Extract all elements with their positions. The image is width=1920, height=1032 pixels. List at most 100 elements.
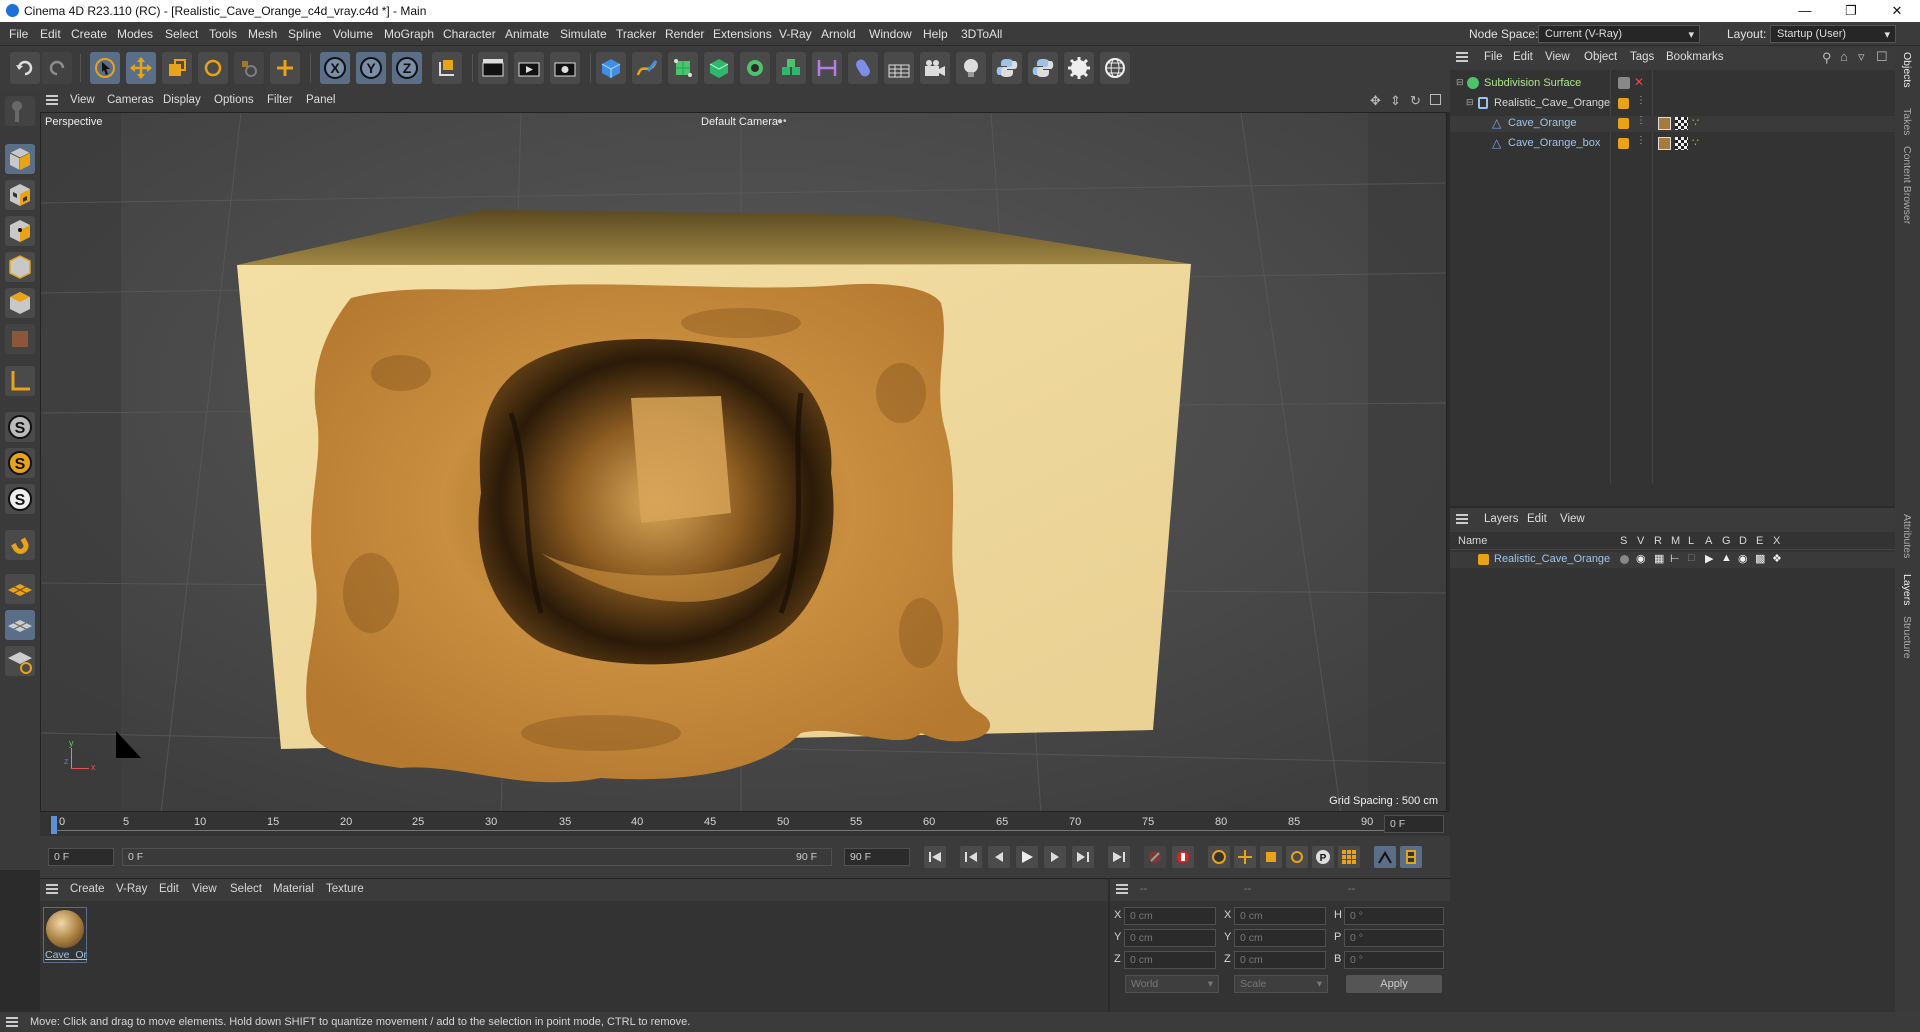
- layer-col-visible[interactable]: V: [1637, 535, 1644, 547]
- object-menu-file[interactable]: File: [1484, 51, 1503, 63]
- visibility-dots-icon[interactable]: ⋮: [1636, 115, 1646, 126]
- film-strip-button[interactable]: [1400, 846, 1422, 868]
- start-frame-field[interactable]: 0 F: [48, 848, 114, 866]
- object-menu-view[interactable]: View: [1545, 51, 1570, 63]
- animation-play-icon[interactable]: ▶: [1705, 552, 1713, 565]
- material-menu-texture[interactable]: Texture: [326, 883, 364, 895]
- layer-menu-edit[interactable]: Edit: [1527, 513, 1547, 525]
- python-script-button[interactable]: [992, 52, 1022, 84]
- material-menu-vray[interactable]: V-Ray: [116, 883, 147, 895]
- object-row[interactable]: △ Cave_Orange_box ⋮ ∵: [1450, 135, 1895, 152]
- menu-modes[interactable]: Modes: [117, 27, 153, 41]
- locked-workplane-button[interactable]: [5, 610, 35, 640]
- hamburger-menu-icon[interactable]: [1456, 52, 1468, 62]
- viewport-maximize-icon[interactable]: [1430, 94, 1441, 105]
- spline-pen-button[interactable]: [632, 52, 662, 84]
- expand-collapse-icon[interactable]: ⊟: [1466, 97, 1474, 108]
- object-menu-object[interactable]: Object: [1584, 51, 1617, 63]
- live-selection-button[interactable]: [90, 52, 120, 84]
- x-axis-lock-button[interactable]: X: [320, 52, 350, 84]
- generator-icon[interactable]: ▲: [1721, 552, 1732, 564]
- python-console-button[interactable]: [1028, 52, 1058, 84]
- material-menu-material[interactable]: Material: [273, 883, 314, 895]
- previous-frame-button[interactable]: [988, 846, 1010, 868]
- hamburger-menu-icon[interactable]: [1116, 884, 1128, 894]
- solo-dot-icon[interactable]: [1620, 555, 1629, 564]
- edit-toggle-icon[interactable]: [1618, 77, 1630, 89]
- y-axis-lock-button[interactable]: Y: [356, 52, 386, 84]
- object-row[interactable]: ⊟ Subdivision Surface ✕: [1450, 75, 1895, 92]
- coordinate-system-dropdown[interactable]: World ▾: [1125, 975, 1219, 993]
- uvw-tag-icon[interactable]: [1675, 137, 1688, 150]
- phong-tag-icon[interactable]: ∵: [1692, 136, 1699, 149]
- tab-attributes[interactable]: Attributes: [1901, 514, 1913, 558]
- record-active-button[interactable]: [1144, 846, 1166, 868]
- hamburger-menu-icon[interactable]: [6, 1017, 18, 1027]
- end-frame-field[interactable]: 90 F: [844, 848, 910, 866]
- hamburger-menu-icon[interactable]: [46, 884, 58, 894]
- rot-p-field[interactable]: 0 °: [1344, 929, 1444, 947]
- menu-create[interactable]: Create: [71, 27, 107, 41]
- rotate-tool-button[interactable]: [198, 52, 228, 84]
- model-mode-button[interactable]: [5, 144, 35, 174]
- uv-mode-button[interactable]: [5, 324, 35, 354]
- axis-mode-button[interactable]: [5, 366, 35, 396]
- layer-col-manager[interactable]: M: [1671, 535, 1680, 547]
- solo-mode-button[interactable]: S: [5, 412, 35, 442]
- make-editable-button[interactable]: [5, 96, 35, 126]
- material-tag-icon[interactable]: [1658, 137, 1671, 150]
- disabled-x-icon[interactable]: ✕: [1634, 75, 1644, 89]
- viewport-dolly-icon[interactable]: ⇕: [1390, 93, 1401, 109]
- last-tool-button[interactable]: [234, 52, 264, 84]
- layer-col-xrefs[interactable]: X: [1773, 535, 1780, 547]
- object-menu-bookmarks[interactable]: Bookmarks: [1666, 51, 1724, 63]
- layer-col-render[interactable]: R: [1654, 535, 1662, 547]
- key-position-button[interactable]: [1234, 846, 1256, 868]
- object-row[interactable]: ⊟ Realistic_Cave_Orange ⋮: [1450, 95, 1895, 112]
- lock-icon[interactable]: □: [1688, 552, 1695, 564]
- viewport-menu-options[interactable]: Options: [214, 94, 254, 106]
- material-tag-icon[interactable]: [1658, 117, 1671, 130]
- 3d-viewport[interactable]: Perspective Default Camera ●• y x z Grid…: [40, 112, 1447, 812]
- render-picture-viewer-button[interactable]: [514, 52, 544, 84]
- vray-settings-button[interactable]: [1064, 52, 1094, 84]
- material-menu-create[interactable]: Create: [70, 883, 105, 895]
- menu-animate[interactable]: Animate: [505, 27, 549, 41]
- key-scale-button[interactable]: [1260, 846, 1282, 868]
- solo-off-button[interactable]: S: [5, 484, 35, 514]
- next-key-button[interactable]: [1072, 846, 1094, 868]
- viewport-menu-panel[interactable]: Panel: [306, 94, 335, 106]
- move-tool-button[interactable]: [126, 52, 156, 84]
- tab-structure[interactable]: Structure: [1901, 616, 1913, 659]
- menu-simulate[interactable]: Simulate: [560, 27, 607, 41]
- render-view-button[interactable]: [478, 52, 508, 84]
- workplane-button[interactable]: [5, 574, 35, 604]
- deformer-button[interactable]: [812, 52, 842, 84]
- material-menu-select[interactable]: Select: [230, 883, 262, 895]
- viewport-menu-filter[interactable]: Filter: [267, 94, 293, 106]
- menu-help[interactable]: Help: [923, 27, 948, 41]
- object-menu-tags[interactable]: Tags: [1630, 51, 1654, 63]
- size-mode-dropdown[interactable]: Scale ▾: [1234, 975, 1328, 993]
- size-z-field[interactable]: 0 cm: [1234, 951, 1326, 969]
- motion-system-button[interactable]: [1374, 846, 1396, 868]
- layer-menu-layers[interactable]: Layers: [1484, 513, 1519, 525]
- xref-icon[interactable]: ❖: [1772, 552, 1782, 565]
- layer-color-tag[interactable]: [1618, 118, 1629, 129]
- layer-row[interactable]: Realistic_Cave_Orange ◉ ▦ ⊢ □ ▶ ▲ ◉ ▩ ❖: [1450, 552, 1895, 568]
- scale-tool-button[interactable]: [162, 52, 192, 84]
- close-button[interactable]: ✕: [1874, 0, 1920, 22]
- mograph-button[interactable]: [776, 52, 806, 84]
- layout-dropdown[interactable]: Startup (User) ▾: [1770, 25, 1896, 43]
- render-clapper-icon[interactable]: ▦: [1654, 552, 1664, 565]
- menu-window[interactable]: Window: [869, 27, 912, 41]
- light-button[interactable]: [956, 52, 986, 84]
- layer-menu-view[interactable]: View: [1560, 513, 1585, 525]
- size-x-field[interactable]: 0 cm: [1234, 907, 1326, 925]
- eye-icon[interactable]: ◉: [1636, 552, 1646, 565]
- go-to-start-button[interactable]: [924, 846, 946, 868]
- pos-z-field[interactable]: 0 cm: [1124, 951, 1216, 969]
- viewport-pan-icon[interactable]: ✥: [1370, 93, 1381, 109]
- tab-objects[interactable]: Objects: [1901, 52, 1913, 88]
- layer-col-solo[interactable]: S: [1620, 535, 1627, 547]
